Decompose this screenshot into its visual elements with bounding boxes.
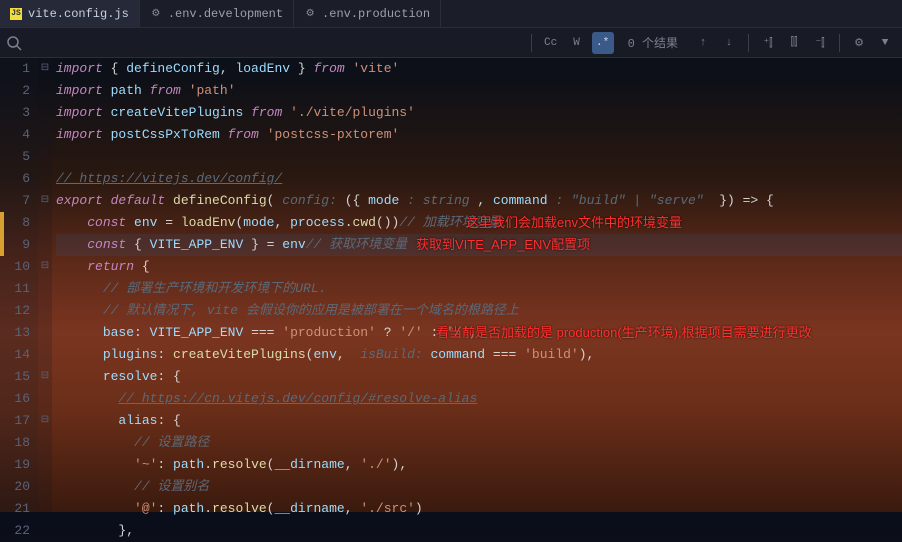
search-icon <box>6 35 22 51</box>
editor[interactable]: 12345678910111213141516171819202122 ⊟⊟⊟⊟… <box>0 58 902 512</box>
fold-marker[interactable]: ⊟ <box>38 190 52 212</box>
select-all-button[interactable]: ⫿⫿ <box>783 32 805 54</box>
remove-selection-button[interactable]: ⁻⫿ <box>809 32 831 54</box>
result-count: 0 个结果 <box>618 34 688 51</box>
tab-label: .env.development <box>168 7 283 21</box>
separator <box>531 34 532 52</box>
tab-label: vite.config.js <box>28 7 129 21</box>
prev-match-button[interactable]: ↑ <box>692 32 714 54</box>
separator <box>839 34 840 52</box>
next-match-button[interactable]: ↓ <box>718 32 740 54</box>
tab-bar: JS vite.config.js ⚙ .env.development ⚙ .… <box>0 0 902 28</box>
code-area[interactable]: import { defineConfig, loadEnv } from 'v… <box>52 58 902 512</box>
tab-label: .env.production <box>322 7 430 21</box>
fold-marker[interactable]: ⊟ <box>38 366 52 388</box>
settings-icon[interactable]: ⚙ <box>848 32 870 54</box>
line-gutter: 12345678910111213141516171819202122 <box>0 58 38 512</box>
annotation: 获取到VITE_APP_ENV配置项 <box>416 234 590 256</box>
regex-button[interactable]: .* <box>592 32 614 54</box>
filter-icon[interactable]: ▼ <box>874 32 896 54</box>
fold-marker[interactable]: ⊟ <box>38 256 52 278</box>
gear-icon: ⚙ <box>150 8 162 20</box>
annotation: 看当前是否加载的是 production(生产环境),根据项目需要进行更改 <box>436 322 812 344</box>
gear-icon: ⚙ <box>304 8 316 20</box>
change-marker <box>0 212 4 234</box>
tab-env-development[interactable]: ⚙ .env.development <box>140 0 294 27</box>
change-marker <box>0 234 4 256</box>
fold-marker[interactable]: ⊟ <box>38 410 52 432</box>
fold-marker[interactable]: ⊟ <box>38 58 52 80</box>
add-selection-button[interactable]: ⁺⫿ <box>757 32 779 54</box>
find-bar: Cc W .* 0 个结果 ↑ ↓ ⁺⫿ ⫿⫿ ⁻⫿ ⚙ ▼ <box>0 28 902 58</box>
separator <box>748 34 749 52</box>
tab-vite-config[interactable]: JS vite.config.js <box>0 0 140 27</box>
fold-column: ⊟ ⊟ ⊟ ⊟ ⊟ <box>38 58 52 512</box>
match-case-button[interactable]: Cc <box>540 32 562 54</box>
tab-env-production[interactable]: ⚙ .env.production <box>294 0 441 27</box>
whole-word-button[interactable]: W <box>566 32 588 54</box>
find-input[interactable] <box>26 34 527 52</box>
annotation: 这里我们会加载env文件中的环境变量 <box>466 212 682 234</box>
js-icon: JS <box>10 8 22 20</box>
